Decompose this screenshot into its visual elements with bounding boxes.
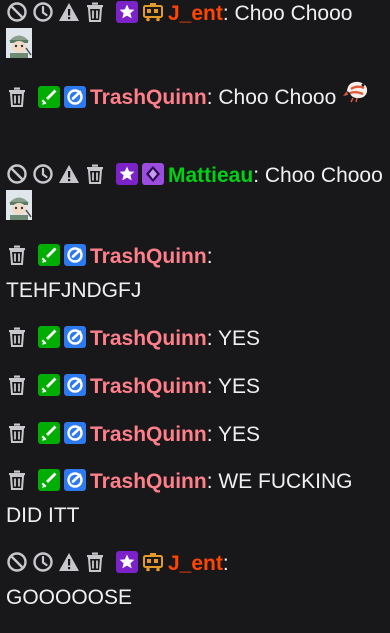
verified-badge[interactable] [64, 469, 86, 491]
message-separator: : [206, 86, 219, 110]
delete-icon[interactable] [84, 551, 106, 573]
moderator-badge[interactable] [38, 422, 60, 444]
message-separator: : [206, 327, 218, 350]
delete-icon[interactable] [84, 163, 106, 185]
timeout-icon[interactable] [32, 1, 54, 23]
delete-icon[interactable] [6, 422, 28, 444]
verified-badge[interactable] [64, 422, 86, 444]
moderator-badge[interactable] [38, 244, 60, 266]
warning-icon[interactable] [58, 551, 80, 573]
ban-icon[interactable] [6, 1, 28, 23]
username[interactable]: J_ent [168, 2, 223, 25]
message-separator: : [206, 375, 218, 398]
chat-message: TrashQuinn: YES [6, 418, 384, 452]
delete-icon[interactable] [6, 326, 28, 348]
message-text: Choo Chooo [234, 2, 353, 25]
username[interactable]: TrashQuinn [90, 375, 207, 398]
delete-icon[interactable] [84, 1, 106, 23]
verified-badge[interactable] [64, 326, 86, 348]
message-separator: : [222, 2, 235, 25]
username[interactable]: TrashQuinn [90, 86, 207, 109]
message-separator: : [222, 552, 229, 575]
warning-icon[interactable] [58, 1, 80, 23]
chat-message: Mattieau: Choo Chooo [6, 159, 384, 234]
username[interactable]: J_ent [168, 552, 223, 575]
message-separator: : [206, 423, 218, 446]
delete-icon[interactable] [6, 374, 28, 396]
username[interactable]: TrashQuinn [90, 423, 207, 446]
subscriber-badge[interactable] [116, 163, 138, 185]
delete-icon[interactable] [6, 86, 28, 108]
chat-message: TrashQuinn: WE FUCKING DID ITT [6, 465, 384, 533]
chat-message: J_ent: GOOOOOSE [6, 547, 384, 615]
timeout-icon[interactable] [32, 551, 54, 573]
subscriber-badge[interactable] [116, 551, 138, 573]
message-separator: : [253, 164, 265, 187]
username[interactable]: TrashQuinn [90, 470, 207, 493]
chat-message: J_ent: Choo Chooo [6, 0, 384, 72]
choo-train-emote[interactable] [6, 28, 32, 69]
moderator-badge[interactable] [38, 86, 60, 108]
message-text: YES [217, 327, 261, 350]
train-badge[interactable] [142, 1, 164, 23]
choo-train-emote[interactable] [6, 190, 32, 231]
message-text: GOOOOOSE [6, 586, 133, 609]
warning-icon[interactable] [58, 163, 80, 185]
username[interactable]: TrashQuinn [90, 327, 207, 350]
verified-badge[interactable] [64, 374, 86, 396]
diamond-badge[interactable] [142, 163, 164, 185]
train-badge[interactable] [142, 551, 164, 573]
subscriber-badge[interactable] [116, 1, 138, 23]
message-text: Choo Chooo [218, 86, 337, 110]
verified-badge[interactable] [64, 86, 86, 108]
verified-badge[interactable] [64, 244, 86, 266]
chat-message: TrashQuinn: YES [6, 322, 384, 356]
ban-icon[interactable] [6, 551, 28, 573]
chat-message: TrashQuinn: Choo Chooo [6, 80, 384, 117]
timeout-icon[interactable] [32, 163, 54, 185]
message-separator: : [206, 470, 219, 493]
username[interactable]: TrashQuinn [90, 245, 207, 268]
message-text: YES [217, 423, 261, 446]
message-text: YES [217, 375, 261, 398]
shrimp-emote[interactable] [342, 77, 372, 114]
ban-icon[interactable] [6, 163, 28, 185]
message-text: TEHFJNDGFJ [6, 279, 142, 302]
message-text: Choo Chooo [264, 164, 383, 187]
message-separator: : [206, 245, 213, 268]
chat-message: TrashQuinn: YES [6, 370, 384, 404]
moderator-badge[interactable] [38, 326, 60, 348]
chat-messages: J_ent: Choo Chooo TrashQuinn: Choo Chooo… [0, 0, 390, 633]
username[interactable]: Mattieau [168, 164, 253, 187]
moderator-badge[interactable] [38, 469, 60, 491]
delete-icon[interactable] [6, 469, 28, 491]
moderator-badge[interactable] [38, 374, 60, 396]
chat-message: TrashQuinn: TEHFJNDGFJ [6, 240, 384, 308]
delete-icon[interactable] [6, 244, 28, 266]
